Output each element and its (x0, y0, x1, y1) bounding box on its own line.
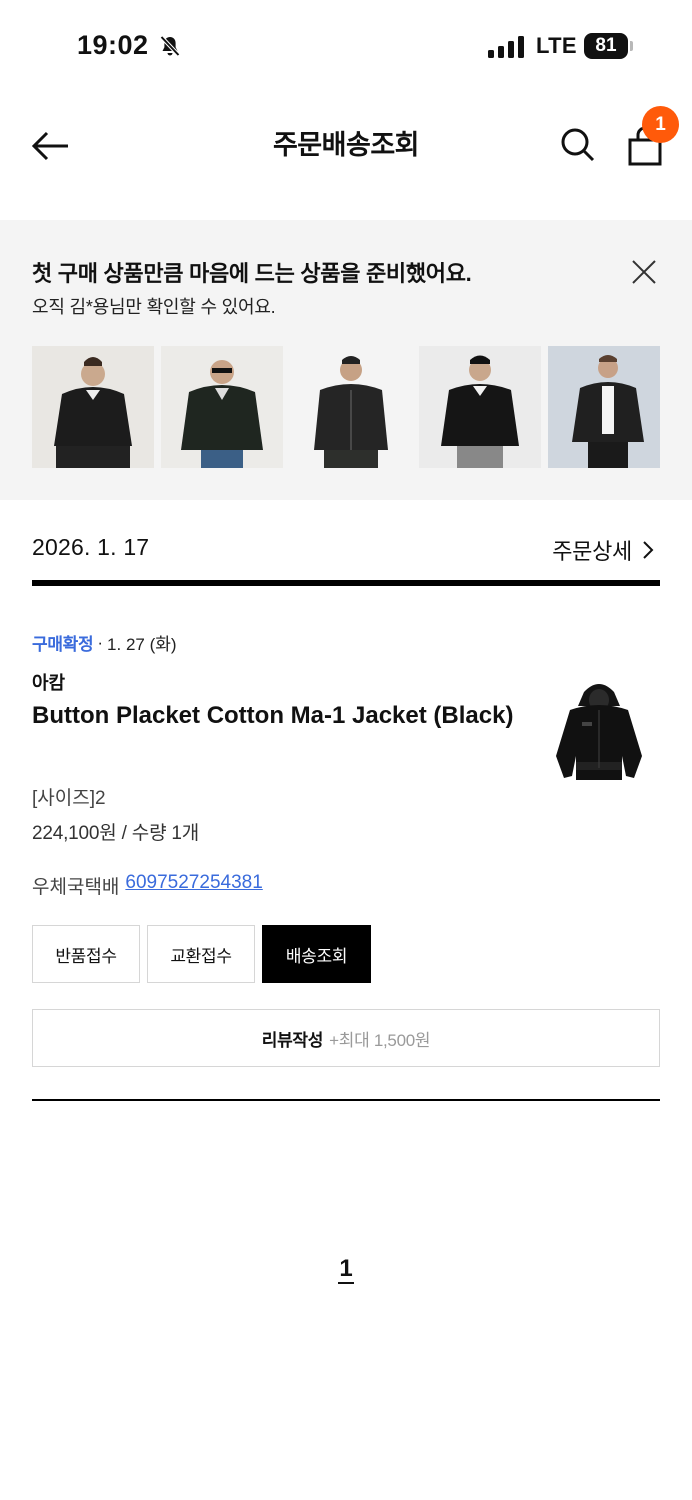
product-thumbnail[interactable] (548, 346, 660, 468)
divider (32, 580, 660, 586)
network-label: LTE (536, 33, 577, 58)
cart-count-badge: 1 (642, 106, 679, 143)
tracking-number-link[interactable]: 6097527254381 (125, 872, 262, 899)
status-separator: · (97, 632, 104, 652)
courier-name: 우체국택배 (32, 877, 120, 898)
brand-name[interactable]: 아캄 (32, 669, 65, 695)
signal-icon (488, 36, 524, 58)
order-status-row: 구매확정 · 1. 27 (화) (32, 630, 177, 655)
pagination: 1 (0, 1256, 692, 1284)
product-thumbnail[interactable] (161, 346, 283, 468)
order-detail-link[interactable]: 주문상세 (552, 534, 654, 566)
app-header: 주문배송조회 (0, 95, 692, 195)
courier-info: 우체국택배 6097527254381 (32, 872, 263, 899)
bell-off-icon (160, 35, 180, 57)
status-date: 1. 27 (화) (107, 635, 177, 654)
product-thumbnail[interactable] (32, 346, 154, 468)
write-review-button[interactable]: 리뷰작성 +최대 1,500원 (32, 1009, 660, 1067)
product-name[interactable]: Button Placket Cotton Ma-1 Jacket (Black… (32, 698, 522, 734)
close-icon[interactable] (628, 256, 660, 288)
page-number-current[interactable]: 1 (338, 1256, 354, 1284)
search-button[interactable] (556, 123, 600, 167)
divider (32, 1099, 660, 1101)
product-thumbnail[interactable] (290, 346, 412, 468)
order-date: 2026. 1. 17 (32, 534, 150, 560)
chevron-right-icon (643, 541, 654, 559)
battery-icon: 81 (584, 33, 628, 59)
product-image[interactable] (540, 670, 658, 788)
price-quantity: 224,100원 / 수량 1개 (32, 823, 200, 844)
recommendation-thumbnails (32, 346, 660, 468)
exchange-request-button[interactable]: 교환접수 (147, 925, 255, 983)
review-reward: +최대 1,500원 (329, 1030, 431, 1050)
search-icon (561, 128, 595, 162)
status-bar: 19:02 LTE 81 (0, 0, 692, 95)
status-badge: 구매확정 (32, 635, 94, 654)
track-shipment-button[interactable]: 배송조회 (262, 925, 371, 983)
return-request-button[interactable]: 반품접수 (32, 925, 140, 983)
review-label: 리뷰작성 (261, 1030, 324, 1050)
order-detail-label: 주문상세 (552, 539, 632, 564)
product-option: [사이즈]2 (32, 788, 106, 809)
recommendation-banner: 첫 구매 상품만큼 마음에 드는 상품을 준비했어요. 오직 김*용님만 확인할… (0, 220, 692, 500)
recommendation-subtitle: 오직 김*용님만 확인할 수 있어요. (32, 297, 276, 317)
battery-nub (630, 41, 633, 51)
status-time: 19:02 (77, 30, 149, 60)
recommendation-title: 첫 구매 상품만큼 마음에 드는 상품을 준비했어요. (32, 261, 472, 286)
product-thumbnail[interactable] (419, 346, 541, 468)
